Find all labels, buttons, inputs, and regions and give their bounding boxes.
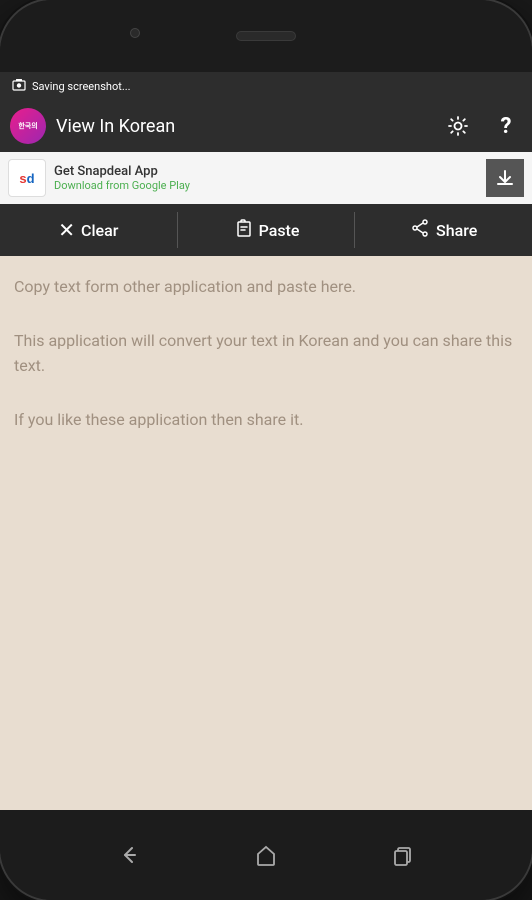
content-area: Copy text form other application and pas… xyxy=(0,256,532,810)
back-nav-button[interactable] xyxy=(111,837,147,873)
share-button[interactable]: Share xyxy=(355,204,532,256)
status-text: Saving screenshot... xyxy=(32,80,131,93)
paste-button[interactable]: Paste xyxy=(178,204,355,256)
app-logo: 한국의 xyxy=(10,108,46,144)
ad-banner: sd Get Snapdeal App Download from Google… xyxy=(0,152,532,204)
settings-button[interactable] xyxy=(442,110,474,142)
app-bar-actions: ? xyxy=(442,110,522,142)
status-bar: Saving screenshot... xyxy=(0,72,532,100)
ad-subtitle: Download from Google Play xyxy=(54,179,486,192)
help-button[interactable]: ? xyxy=(490,110,522,142)
phone-shell: Saving screenshot... 한국의 View In Korean … xyxy=(0,0,532,900)
close-icon: ✕ xyxy=(58,218,75,242)
ad-download-button[interactable] xyxy=(486,159,524,197)
ad-text-block: Get Snapdeal App Download from Google Pl… xyxy=(54,164,486,192)
placeholder-text: Copy text form other application and pas… xyxy=(14,274,518,432)
ad-app-icon: sd xyxy=(8,159,46,197)
front-camera xyxy=(130,28,140,38)
app-bar: 한국의 View In Korean ? xyxy=(0,100,532,152)
app-title: View In Korean xyxy=(56,116,442,137)
phone-bottom-hardware xyxy=(0,810,532,900)
placeholder-para-3: If you like these application then share… xyxy=(14,407,518,433)
paste-label: Paste xyxy=(259,221,300,240)
phone-top-hardware xyxy=(0,0,532,72)
screen: Saving screenshot... 한국의 View In Korean … xyxy=(0,72,532,810)
home-nav-button[interactable] xyxy=(248,837,284,873)
clipboard-icon xyxy=(233,218,253,243)
clear-label: Clear xyxy=(81,221,118,240)
recents-nav-button[interactable] xyxy=(385,837,421,873)
share-icon xyxy=(410,218,430,243)
placeholder-para-2: This application will convert your text … xyxy=(14,328,518,379)
ad-title: Get Snapdeal App xyxy=(54,164,486,179)
earpiece-speaker xyxy=(236,31,296,41)
share-label: Share xyxy=(436,221,477,240)
toolbar: ✕ Clear Paste xyxy=(0,204,532,256)
screenshot-icon xyxy=(12,79,26,93)
clear-button[interactable]: ✕ Clear xyxy=(0,204,177,256)
placeholder-para-1: Copy text form other application and pas… xyxy=(14,274,518,300)
